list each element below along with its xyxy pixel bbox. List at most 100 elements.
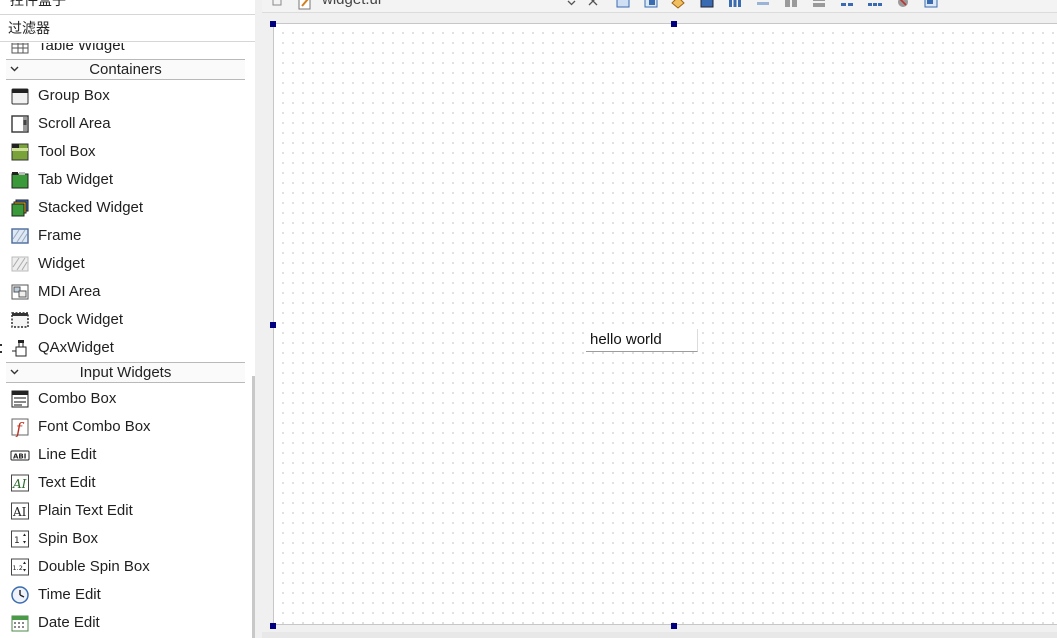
widget-item-combo-box[interactable]: Combo Box (6, 385, 245, 413)
selection-handle-bottom-center[interactable] (671, 623, 677, 629)
widget-box-panel: 控件盒子 Table Widget Containers Group Box (0, 0, 262, 638)
text-edit-icon: AI (11, 474, 29, 492)
tool-box-icon (11, 143, 29, 161)
widget-item-label: Stacked Widget (38, 199, 144, 216)
close-icon[interactable] (588, 0, 598, 6)
form-editor-area: hello world (262, 13, 1057, 638)
layout-form-icon[interactable] (839, 0, 855, 9)
widget-box-title: 控件盒子 (10, 0, 66, 8)
widget-item-label: Combo Box (38, 390, 117, 407)
svg-text:AI: AI (12, 477, 27, 491)
category-label: Input Widgets (79, 364, 172, 381)
hello-world-label[interactable]: hello world (586, 329, 698, 352)
selection-handle-bottom-left[interactable] (270, 623, 276, 629)
selection-handle-top-center[interactable] (671, 21, 677, 27)
clock-icon (11, 586, 29, 604)
selection-handle-middle-left[interactable] (270, 322, 276, 328)
widget-item-label: Font Combo Box (38, 418, 151, 435)
widget-item-text-edit[interactable]: AI Text Edit (6, 469, 245, 497)
filter-box (0, 14, 262, 42)
layout-splitter-vertical-icon[interactable] (811, 0, 827, 9)
adjust-size-icon[interactable] (923, 0, 939, 9)
widget-item-stacked-widget[interactable]: Stacked Widget (6, 194, 245, 222)
widget-item-date-edit[interactable]: Date Edit (6, 609, 245, 637)
widget-item-label: Widget (38, 255, 85, 272)
category-header-containers[interactable]: Containers (6, 59, 245, 80)
layout-horizontal-icon[interactable] (727, 0, 743, 9)
break-layout-icon[interactable] (895, 0, 911, 9)
qaxwidget-icon (12, 340, 27, 357)
selection-handle-top-left[interactable] (270, 21, 276, 27)
widget-item-label: QAxWidget (38, 339, 114, 356)
widget-item-scroll-area[interactable]: Scroll Area (6, 110, 245, 138)
font-combo-box-icon: f (11, 418, 29, 437)
form-canvas[interactable]: hello world (273, 23, 1057, 625)
line-edit-icon: ABI (10, 450, 30, 461)
widget-item-font-combo-box[interactable]: f Font Combo Box (6, 413, 245, 441)
layout-vertical-icon[interactable] (755, 0, 771, 9)
widget-item-frame[interactable]: Frame (6, 222, 245, 250)
widget-item-dock-widget[interactable]: Dock Widget (6, 306, 245, 334)
widget-item-tool-box[interactable]: Tool Box (6, 138, 245, 166)
widget-item-label: Scroll Area (38, 115, 111, 132)
widget-item-label: Table Widget (38, 43, 125, 54)
table-widget-icon (11, 43, 29, 54)
scroll-area-icon (11, 115, 29, 133)
widget-item-table-widget[interactable]: Table Widget (6, 43, 245, 60)
widget-item-qaxwidget[interactable]: QAxWidget (6, 334, 245, 362)
widget-item-double-spin-box[interactable]: 1.2 Double Spin Box (6, 553, 245, 581)
widget-item-label: Double Spin Box (38, 558, 150, 575)
widget-item-label: Line Edit (38, 446, 97, 463)
widget-item-time-edit[interactable]: Time Edit (6, 581, 245, 609)
tab-widget-icon (11, 172, 29, 189)
widget-item-line-edit[interactable]: ABI Line Edit (6, 441, 245, 469)
plain-text-edit-icon: AI (11, 502, 29, 520)
spin-box-icon: 1 (11, 530, 29, 548)
layout-grid-icon[interactable] (867, 0, 883, 9)
widget-item-label: Tab Widget (38, 171, 114, 188)
widget-list: Table Widget Containers Group Box Scroll… (0, 43, 246, 638)
widget-item-label: Text Edit (38, 474, 96, 491)
mdi-area-icon (11, 284, 29, 300)
widget-item-label: Plain Text Edit (38, 502, 133, 519)
dock-widget-icon (11, 312, 29, 328)
svg-text:ABI: ABI (13, 453, 26, 461)
ui-file-icon (298, 0, 311, 10)
edit-signals-icon[interactable] (643, 0, 659, 9)
widget-item-tab-widget[interactable]: Tab Widget (6, 166, 245, 194)
edit-tab-order-icon[interactable] (699, 0, 715, 9)
widget-icon (11, 256, 29, 272)
widget-item-label: Time Edit (38, 586, 101, 603)
category-label: Containers (89, 61, 162, 78)
widget-item-label: Tool Box (38, 143, 96, 160)
window-icon[interactable] (272, 0, 282, 6)
widget-item-spin-box[interactable]: 1 Spin Box (6, 525, 245, 553)
layout-splitter-horizontal-icon[interactable] (783, 0, 799, 9)
svg-text:1.2: 1.2 (13, 564, 23, 572)
svg-text:1: 1 (14, 536, 20, 546)
editor-toolbar: widget.ui (262, 0, 1057, 13)
widget-item-widget[interactable]: Widget (6, 250, 245, 278)
double-spin-box-icon: 1.2 (11, 558, 29, 576)
svg-text:AI: AI (12, 505, 27, 519)
widget-item-mdi-area[interactable]: MDI Area (6, 278, 245, 306)
file-tab-label[interactable]: widget.ui (322, 0, 381, 8)
edit-buddies-icon[interactable] (670, 0, 686, 9)
widget-item-label: Frame (38, 227, 82, 244)
calendar-icon (11, 615, 29, 632)
widget-item-plain-text-edit[interactable]: AI Plain Text Edit (6, 497, 245, 525)
stacked-widget-icon (11, 199, 29, 217)
drag-grip-icon (0, 344, 2, 353)
category-header-input-widgets[interactable]: Input Widgets (6, 362, 245, 383)
combo-box-icon (11, 390, 29, 408)
group-box-icon (11, 88, 29, 105)
widget-item-label: Spin Box (38, 530, 99, 547)
edit-widgets-icon[interactable] (615, 0, 631, 9)
editor-bottom-edge (262, 632, 1057, 638)
filter-input[interactable] (8, 19, 248, 37)
widget-item-group-box[interactable]: Group Box (6, 82, 245, 110)
widget-item-label: Dock Widget (38, 311, 124, 328)
panel-splitter[interactable] (255, 0, 262, 638)
widget-item-label: Date Edit (38, 614, 100, 631)
chevron-down-icon[interactable] (567, 0, 576, 7)
